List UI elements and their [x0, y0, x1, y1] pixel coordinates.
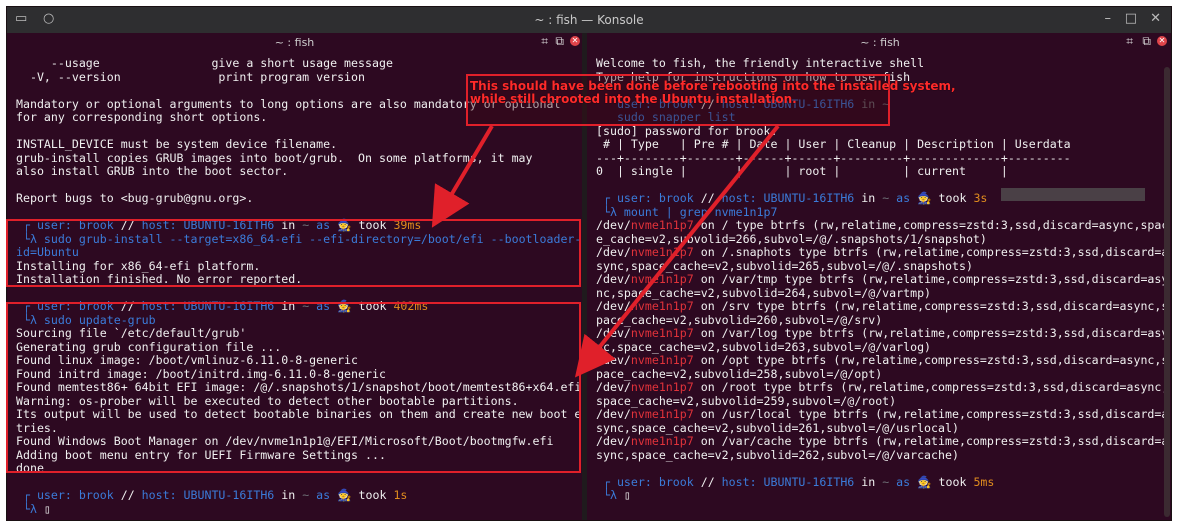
arrow-to-update-grub: [574, 124, 780, 378]
arrow-to-grub-install: [431, 124, 494, 228]
annotation-arrows: [431, 124, 780, 378]
